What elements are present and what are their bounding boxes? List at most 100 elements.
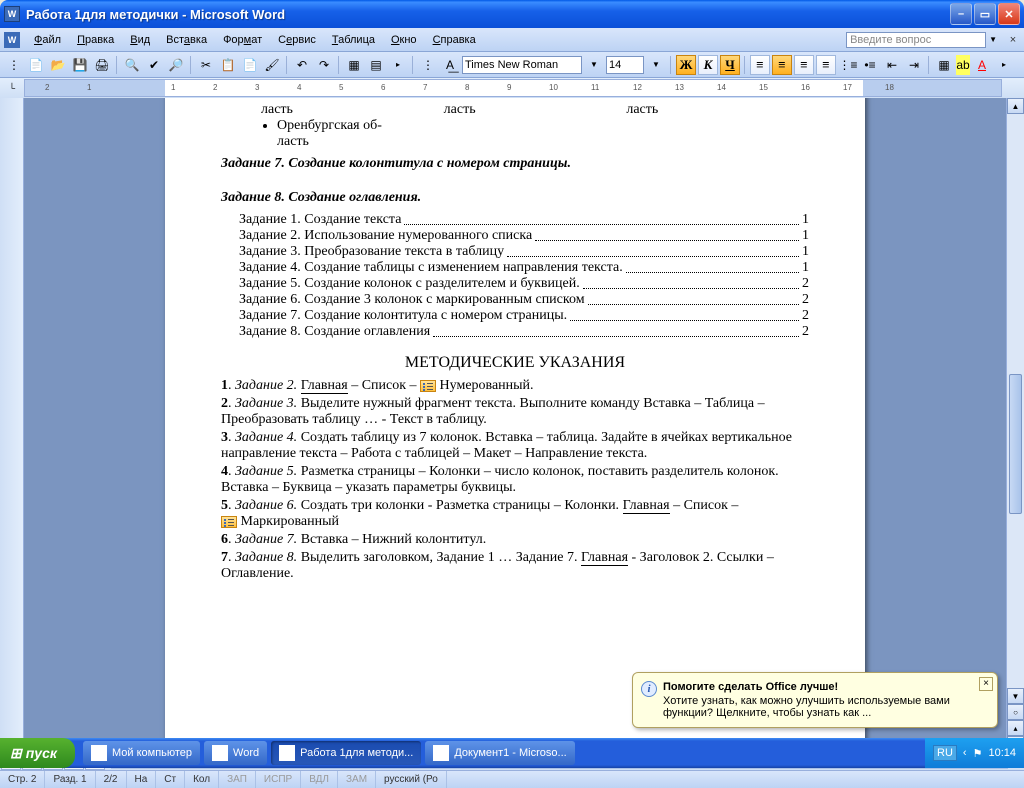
bulleted-list-button[interactable]: •≡ bbox=[860, 55, 880, 75]
italic-button[interactable]: К bbox=[698, 55, 718, 75]
scroll-track[interactable] bbox=[1007, 114, 1024, 688]
menu-tools[interactable]: Сервис bbox=[270, 32, 324, 48]
copy-button[interactable]: 📋 bbox=[218, 55, 238, 75]
status-rec[interactable]: ЗАП bbox=[219, 771, 256, 788]
menu-bar: W Файл Правка Вид Вставка Формат Сервис … bbox=[0, 28, 1024, 52]
scroll-up-button[interactable]: ▲ bbox=[1007, 98, 1024, 114]
word-app-icon: W bbox=[4, 6, 20, 22]
save-button[interactable]: 💾 bbox=[70, 55, 90, 75]
print-button[interactable]: 🖨 bbox=[92, 55, 112, 75]
align-left-button[interactable]: ≡ bbox=[750, 55, 770, 75]
redo-button[interactable]: ↷ bbox=[314, 55, 334, 75]
taskbar-item[interactable]: ▦Документ1 - Microso... bbox=[425, 741, 574, 765]
status-language[interactable]: русский (Ро bbox=[376, 771, 447, 788]
menu-insert[interactable]: Вставка bbox=[158, 32, 215, 48]
research-button[interactable]: 🔎 bbox=[166, 55, 186, 75]
toolbar-handle[interactable]: ⋮ bbox=[4, 55, 24, 75]
highlight-button[interactable]: ab bbox=[956, 55, 970, 75]
vertical-scrollbar[interactable]: ▲ ▼ ○ ▴ ▾ bbox=[1006, 98, 1024, 752]
tray-icon[interactable]: ⚑ bbox=[973, 747, 983, 760]
help-dropdown[interactable]: ▼ bbox=[986, 35, 1000, 44]
menu-format[interactable]: Формат bbox=[215, 32, 270, 48]
doc-control-icon[interactable]: W bbox=[4, 32, 20, 48]
heading-task8: Задание 8. Создание оглавления. bbox=[221, 190, 809, 206]
document-area: ласть ласть ласть Оренбургская об-ласть … bbox=[0, 98, 1024, 752]
font-color-button[interactable]: A bbox=[972, 55, 992, 75]
instruction-line: 7. Задание 8. Выделить заголовком, Задан… bbox=[221, 550, 809, 582]
instruction-line: 2. Задание 3. Выделите нужный фрагмент т… bbox=[221, 396, 809, 428]
menu-window[interactable]: Окно bbox=[383, 32, 425, 48]
document-page[interactable]: ласть ласть ласть Оренбургская об-ласть … bbox=[165, 98, 865, 752]
prev-page-button[interactable]: ▴ bbox=[1007, 720, 1024, 736]
menu-help[interactable]: Справка bbox=[425, 32, 484, 48]
print-preview-button[interactable]: 🔍 bbox=[122, 55, 142, 75]
taskbar-item[interactable]: ▦Мой компьютер bbox=[83, 741, 200, 765]
numbered-list-button[interactable]: ⋮≡ bbox=[838, 55, 858, 75]
font-name-dropdown[interactable]: ▼ bbox=[584, 55, 604, 75]
underline-button[interactable]: Ч bbox=[720, 55, 740, 75]
help-search[interactable] bbox=[846, 32, 986, 48]
font-size-combo[interactable] bbox=[606, 56, 644, 74]
status-bar: Стр. 2 Разд. 1 2/2 На Ст Кол ЗАП ИСПР ВД… bbox=[0, 770, 1024, 788]
columns-button[interactable]: ▤ bbox=[366, 55, 386, 75]
menu-table[interactable]: Таблица bbox=[324, 32, 383, 48]
menu-view[interactable]: Вид bbox=[122, 32, 158, 48]
column-text: ласть bbox=[261, 102, 444, 118]
tab-selector[interactable]: └ bbox=[0, 78, 24, 98]
separator bbox=[190, 56, 192, 74]
office-assistant-balloon[interactable]: i × Помогите сделать Office лучше! Хотит… bbox=[632, 672, 998, 728]
separator bbox=[116, 56, 118, 74]
decrease-indent-button[interactable]: ⇤ bbox=[882, 55, 902, 75]
toc-line: Задание 6. Создание 3 колонок с маркиров… bbox=[239, 292, 809, 308]
spellcheck-button[interactable]: ✔ bbox=[144, 55, 164, 75]
start-button[interactable]: ⊞пуск bbox=[0, 738, 75, 768]
windows-taskbar: ⊞пуск ▦Мой компьютер▦Word▦Работа 1для ме… bbox=[0, 738, 1024, 768]
language-indicator[interactable]: RU bbox=[933, 745, 957, 761]
cut-button[interactable]: ✂ bbox=[196, 55, 216, 75]
toolbar-overflow[interactable]: ▸ bbox=[388, 55, 408, 75]
minimize-button[interactable]: – bbox=[950, 3, 972, 25]
bold-button[interactable]: Ж bbox=[676, 55, 696, 75]
menu-file[interactable]: Файл bbox=[26, 32, 69, 48]
close-document-button[interactable]: × bbox=[1006, 33, 1020, 47]
toolbar-handle-2[interactable]: ⋮ bbox=[418, 55, 438, 75]
format-painter-button[interactable]: 🖌 bbox=[262, 55, 282, 75]
open-button[interactable]: 📂 bbox=[48, 55, 68, 75]
clock[interactable]: 10:14 bbox=[988, 747, 1016, 759]
font-name-combo[interactable] bbox=[462, 56, 582, 74]
borders-button[interactable]: ▦ bbox=[934, 55, 954, 75]
taskbar-item[interactable]: ▦Работа 1для методи... bbox=[271, 741, 421, 765]
toolbar-overflow-2[interactable]: ▸ bbox=[994, 55, 1014, 75]
page-scroll-viewport[interactable]: ласть ласть ласть Оренбургская об-ласть … bbox=[24, 98, 1006, 752]
status-ext[interactable]: ВДЛ bbox=[301, 771, 338, 788]
browse-object-button[interactable]: ○ bbox=[1007, 704, 1024, 720]
status-ovr[interactable]: ЗАМ bbox=[338, 771, 376, 788]
toc-line: Задание 2. Использование нумерованного с… bbox=[239, 228, 809, 244]
tray-chevron-icon[interactable]: ‹ bbox=[963, 747, 967, 759]
status-trk[interactable]: ИСПР bbox=[256, 771, 301, 788]
scroll-down-button[interactable]: ▼ bbox=[1007, 688, 1024, 704]
new-doc-button[interactable]: 📄 bbox=[26, 55, 46, 75]
horizontal-ruler[interactable]: 21123456789101112131415161718 bbox=[24, 79, 1002, 97]
heading-task7: Задание 7. Создание колонтитула с номеро… bbox=[221, 156, 809, 172]
scroll-thumb[interactable] bbox=[1009, 374, 1022, 514]
undo-button[interactable]: ↶ bbox=[292, 55, 312, 75]
close-button[interactable]: ✕ bbox=[998, 3, 1020, 25]
column-text: ласть bbox=[626, 102, 809, 118]
increase-indent-button[interactable]: ⇥ bbox=[904, 55, 924, 75]
help-search-input[interactable] bbox=[846, 32, 986, 48]
system-tray[interactable]: RU ‹ ⚑ 10:14 bbox=[925, 738, 1024, 768]
paste-button[interactable]: 📄 bbox=[240, 55, 260, 75]
align-right-button[interactable]: ≡ bbox=[794, 55, 814, 75]
menu-edit[interactable]: Правка bbox=[69, 32, 122, 48]
vertical-ruler[interactable] bbox=[0, 98, 24, 752]
insert-table-button[interactable]: ▦ bbox=[344, 55, 364, 75]
maximize-button[interactable]: ▭ bbox=[974, 3, 996, 25]
align-justify-button[interactable]: ≡ bbox=[816, 55, 836, 75]
balloon-close-button[interactable]: × bbox=[979, 677, 993, 691]
align-center-button[interactable]: ≡ bbox=[772, 55, 792, 75]
font-size-dropdown[interactable]: ▼ bbox=[646, 55, 666, 75]
taskbar-item[interactable]: ▦Word bbox=[204, 741, 267, 765]
column-text: ласть bbox=[444, 102, 627, 118]
style-dropdown[interactable]: A͟ bbox=[440, 55, 460, 75]
